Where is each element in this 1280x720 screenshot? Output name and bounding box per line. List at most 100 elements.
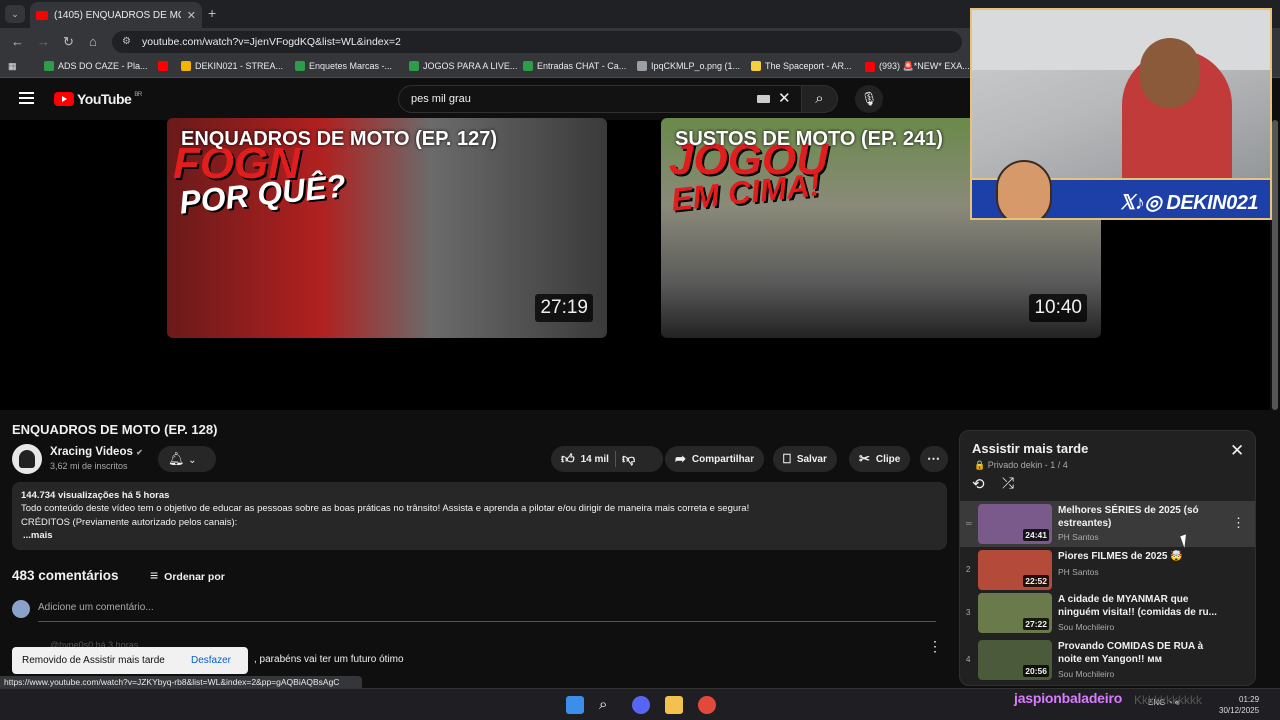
channel-avatar[interactable] — [12, 444, 42, 474]
thumbs-down-icon: 👎︎ — [621, 451, 636, 466]
notification-bell-button[interactable]: 🔔︎ ⌄ — [158, 446, 216, 472]
endscreen-title: SUSTOS DE MOTO (EP. 241) — [675, 128, 943, 150]
streamer-cartoon-avatar — [996, 160, 1052, 218]
share-icon: ➦ — [675, 451, 686, 466]
bookmark-item[interactable] — [158, 61, 168, 71]
start-icon[interactable] — [566, 696, 584, 714]
bookmark-item[interactable]: DEKIN021 - STREA... — [181, 61, 283, 71]
clear-search-icon[interactable]: ✕ — [778, 89, 791, 107]
undo-button[interactable]: Desfazer — [191, 655, 231, 666]
youtube-icon — [865, 61, 875, 72]
clock[interactable]: 01:29 30/12/2025 — [1219, 694, 1259, 716]
verified-icon: ✔ — [136, 448, 143, 457]
description-box[interactable]: 144.734 visualizações há 5 horas Todo co… — [12, 482, 947, 550]
voice-search-button[interactable]: 🎙 — [855, 85, 883, 113]
search-input[interactable]: pes mil grau — [398, 85, 802, 113]
site-info-icon[interactable]: ⚙ — [122, 36, 131, 47]
file-explorer-icon[interactable] — [665, 696, 683, 714]
playlist-title[interactable]: Assistir mais tarde — [972, 441, 1088, 456]
video-title: ENQUADROS DE MOTO (EP. 128) — [12, 422, 218, 437]
stream-chat-name: jaspionbaladeiro — [1014, 690, 1123, 706]
sheets-icon — [44, 61, 54, 71]
playlist-item[interactable]: ═ 24:41 Melhores SÉRIES de 2025 (só estr… — [960, 501, 1255, 547]
bookmark-icon: ⎕ — [783, 451, 791, 466]
description-line: CRÉDITOS (Previamente autorizado pelos c… — [21, 516, 238, 528]
tab-search-icon[interactable]: ⌄ — [5, 5, 25, 23]
bookmark-item[interactable]: (993) 🚨*NEW* EXA... — [865, 61, 970, 72]
loop-icon[interactable]: ⟲ — [972, 475, 985, 493]
playlist-item-channel: Sou Mochileiro — [1058, 669, 1115, 679]
scrollbar-thumb[interactable] — [1272, 120, 1278, 410]
clip-button[interactable]: ✂ Clipe — [849, 446, 911, 472]
channel-name[interactable]: Xracing Videos ✔ — [50, 446, 143, 458]
tab-close-icon[interactable]: ✕ — [187, 9, 196, 22]
discord-icon[interactable] — [632, 696, 650, 714]
bell-icon: 🔔︎ — [168, 451, 185, 466]
new-tab-button[interactable]: + — [208, 5, 216, 21]
bookmark-item[interactable]: JOGOS PARA A LIVE... — [409, 61, 517, 71]
playlist-item[interactable]: 4 20:56 Provando COMIDAS DE RUA à noite … — [960, 637, 1255, 683]
playlist-thumbnail[interactable]: 20:56 — [978, 640, 1052, 680]
description-line: Todo conteúdo deste vídeo tem o objetivo… — [21, 503, 750, 515]
search-icon[interactable]: ⌕ — [599, 696, 617, 714]
apps-icon[interactable]: ▦ — [8, 61, 17, 72]
playlist-item-title: A cidade de MYANMAR que ninguém visita!!… — [1058, 594, 1217, 618]
link-preview-status: https://www.youtube.com/watch?v=JZKYbyq-… — [0, 676, 362, 688]
playlist-panel: Assistir mais tarde 🔒 Privado dekin - 1 … — [959, 430, 1256, 686]
playlist-item-channel: PH Santos — [1058, 532, 1099, 542]
thumbs-up-icon: 👍︎ — [561, 451, 575, 466]
address-bar[interactable]: ⚙ youtube.com/watch?v=JjenVFogdKQ&list=W… — [112, 31, 962, 53]
like-button[interactable]: 👍︎ 14 mil — [561, 451, 609, 467]
bookmark-item[interactable]: Enquetes Marcas -... — [295, 61, 392, 71]
tab-active[interactable]: (1405) ENQUADROS DE MOTO ✕ — [30, 2, 202, 28]
keyboard-icon[interactable] — [757, 95, 770, 103]
playlist-thumbnail[interactable]: 22:52 — [978, 550, 1052, 590]
like-dislike-group: 👍︎ 14 mil 👎︎ — [551, 446, 663, 472]
playlist-thumbnail[interactable]: 24:41 — [978, 504, 1052, 544]
playlist-item-title: Piores FILMES de 2025 🤯 — [1058, 551, 1183, 562]
endscreen-video-1[interactable]: FOGN POR QUÊ? ENQUADROS DE MOTO (EP. 127… — [167, 118, 607, 338]
menu-icon[interactable] — [19, 92, 34, 104]
youtube-logo[interactable]: YouTube BR — [54, 91, 142, 107]
sheets-icon — [409, 61, 419, 71]
back-icon[interactable]: ← — [11, 34, 24, 49]
comment-count: 483 comentários — [12, 568, 119, 583]
bookmark-item[interactable]: Entradas CHAT - Ca... — [523, 61, 626, 71]
comment-menu-icon[interactable]: ⋮ — [928, 638, 942, 655]
close-icon[interactable]: ✕ — [1230, 441, 1244, 461]
more-icon: ⋯ — [927, 451, 940, 466]
bookmark-item[interactable]: IpqCKMLP_o.png (1... — [637, 61, 740, 71]
shuffle-icon[interactable]: ⤮ — [1002, 475, 1014, 492]
sort-icon: ≡ — [150, 567, 159, 583]
bookmark-item[interactable]: The Spaceport - AR... — [751, 61, 852, 71]
comment-text: , parabéns vai ter um futuro ótimo — [254, 654, 404, 665]
bookmark-item[interactable]: ADS DO CAZE - Pla... — [44, 61, 148, 71]
comment-input[interactable]: Adicione um comentário... — [38, 602, 936, 622]
chrome-icon[interactable] — [698, 696, 716, 714]
toast-notification: Removido de Assistir mais tarde Desfazer — [12, 647, 248, 674]
home-icon[interactable]: ⌂ — [89, 34, 97, 49]
chevron-down-icon: ⌄ — [188, 455, 197, 466]
sheets-icon — [523, 61, 533, 71]
save-button[interactable]: ⎕ Salvar — [773, 446, 837, 472]
share-button[interactable]: ➦ Compartilhar — [665, 446, 765, 472]
user-avatar — [12, 600, 30, 618]
sort-comments-button[interactable]: ≡ Ordenar por — [150, 567, 225, 583]
search-icon: ⌕ — [815, 90, 824, 107]
drag-handle-icon[interactable]: ═ — [966, 519, 972, 528]
playlist-thumbnail[interactable]: 27:22 — [978, 593, 1052, 633]
sheets-icon — [295, 61, 305, 71]
search-button[interactable]: ⌕ — [802, 85, 838, 113]
playlist-item[interactable]: 3 27:22 A cidade de MYANMAR que ninguém … — [960, 590, 1255, 636]
endscreen-duration: 10:40 — [1029, 294, 1087, 322]
dislike-button[interactable]: 👎︎ — [622, 451, 635, 467]
microphone-icon: 🎙 — [860, 91, 878, 106]
show-more-link[interactable]: ...mais — [21, 529, 938, 542]
item-menu-icon[interactable]: ⋮ — [1232, 515, 1245, 531]
playlist-item[interactable]: 2 22:52 Piores FILMES de 2025 🤯 PH Santo… — [960, 547, 1255, 593]
toast-text: Removido de Assistir mais tarde — [22, 655, 165, 666]
reload-icon[interactable]: ↻ — [63, 34, 74, 50]
more-actions-button[interactable]: ⋯ — [920, 446, 948, 472]
forward-icon[interactable]: → — [37, 34, 50, 49]
subscriber-count: 3,62 mi de inscritos — [50, 461, 128, 471]
